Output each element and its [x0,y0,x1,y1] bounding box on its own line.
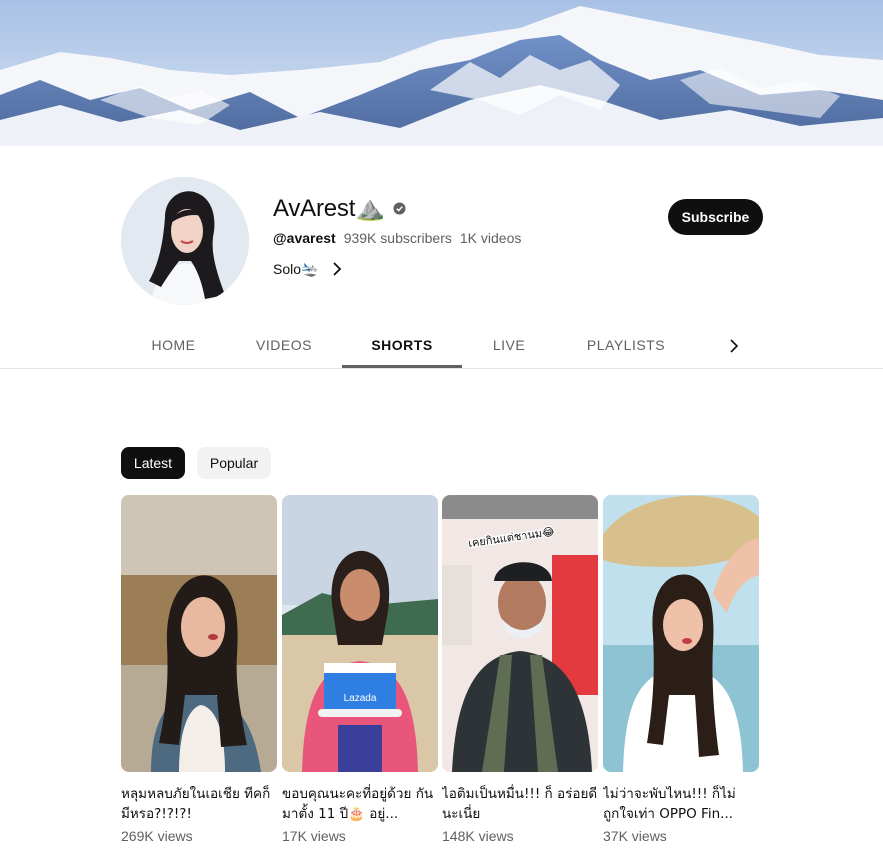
video-count: 1K videos [459,230,522,246]
short-thumbnail[interactable]: Lazada [282,495,438,772]
short-title[interactable]: ไอติมเป็นหมื่น!!! ก็ อร่อยดีนะเนี่ย [442,784,598,824]
chevron-right-icon [333,262,342,276]
short-title[interactable]: ขอบคุณนะคะที่อยู่ด้วย กันมาตั้ง 11 ปี🎂 อ… [282,784,438,824]
short-item[interactable]: เคยกินแต่ชานม😂 ไอติมเป็นหมื่น!!! ก็ อร่อ… [442,495,598,844]
channel-tabs: HOME VIDEOS SHORTS LIVE PLAYLISTS [0,322,883,369]
channel-about-text: Solo🛬 [273,260,319,277]
short-thumbnail[interactable] [121,495,277,772]
short-item[interactable]: ไม่ว่าจะพับไหน!!! ก็ไม่ ถูกใจเท่า OPPO F… [603,495,759,844]
channel-handle: @avarest [273,230,336,246]
subscriber-count: 939K subscribers [343,230,452,246]
mountain-banner-image [0,0,883,146]
short-views: 148K views [442,828,514,844]
tab-videos[interactable]: VIDEOS [231,322,337,368]
tabs-scroll-right-icon[interactable] [722,334,746,358]
short-thumbnail[interactable] [603,495,759,772]
channel-title-row: AvArest⛰️ [273,194,406,222]
short-thumbnail[interactable]: เคยกินแต่ชานม😂 [442,495,598,772]
thumbnail-brand-text: Lazada [344,693,377,704]
channel-meta: @avarest 939K subscribers 1K videos [273,229,521,247]
short-title[interactable]: ไม่ว่าจะพับไหน!!! ก็ไม่ ถูกใจเท่า OPPO F… [603,784,759,824]
channel-banner [0,0,883,146]
subscribe-button[interactable]: Subscribe [668,199,763,235]
short-title[interactable]: หลุมหลบภัยในเอเชีย ทีคก็มีหรอ?!?!?! [121,784,277,824]
short-views: 17K views [282,828,346,844]
channel-about-link[interactable]: Solo🛬 [273,260,342,278]
channel-avatar [121,177,249,305]
tab-home[interactable]: HOME [121,322,226,368]
short-views: 37K views [603,828,667,844]
tab-shorts[interactable]: SHORTS [342,322,462,368]
short-views: 269K views [121,828,193,844]
short-item[interactable]: Lazada ขอบคุณนะคะที่อยู่ด้วย กันมาตั้ง 1… [282,495,438,844]
chip-popular[interactable]: Popular [197,447,271,479]
channel-name: AvArest⛰️ [273,194,385,222]
verified-badge-icon [393,201,406,215]
active-tab-indicator [342,365,462,368]
short-item[interactable]: หลุมหลบภัยในเอเชีย ทีคก็มีหรอ?!?!?! 269K… [121,495,277,844]
chip-latest[interactable]: Latest [121,447,185,479]
tab-playlists[interactable]: PLAYLISTS [570,322,682,368]
tab-live[interactable]: LIVE [467,322,551,368]
